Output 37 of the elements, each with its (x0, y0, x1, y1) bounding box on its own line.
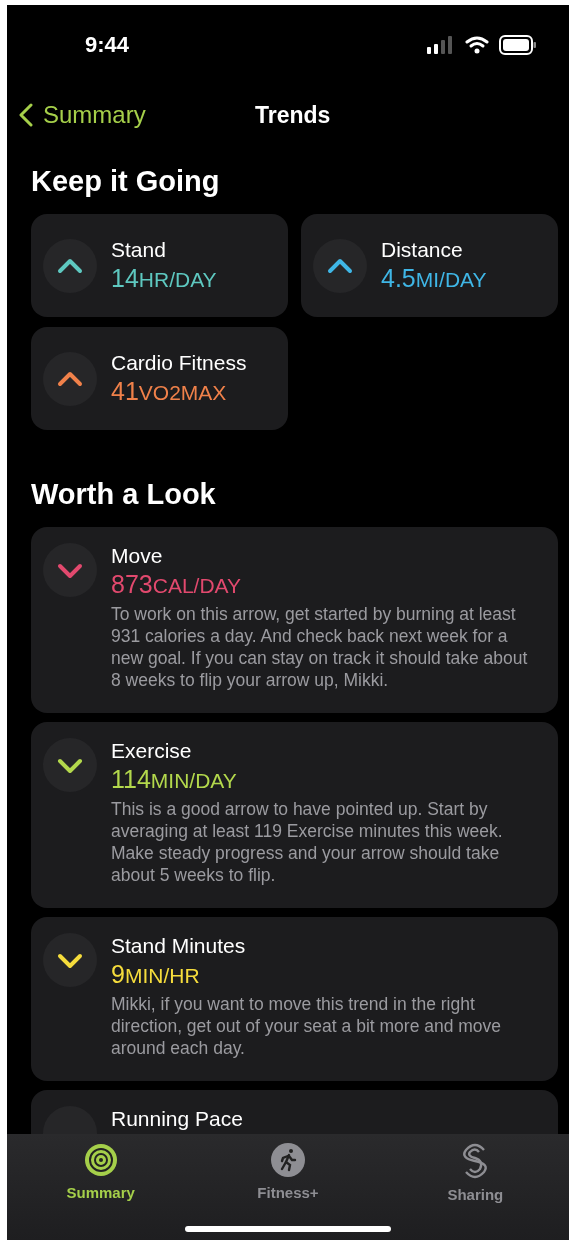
trend-value: 873CAL/DAY (111, 569, 243, 600)
section-heading: Worth a Look (31, 478, 217, 511)
trend-description: This is a good arrow to have pointed up. Start by averaging at least 119 Exercise minutes this week. Make steady progress and your arrow should take about 5 weeks to flip. (111, 798, 504, 886)
trend-name: Exercise (111, 738, 193, 764)
trend-card[interactable]: Stand Minutes 9MIN/HR Mikki, if you want to move this trend in the right direction, get out of your seat a bit more and move around each day. (31, 917, 558, 1081)
trend-value: 4.5MI/DAY (381, 262, 487, 294)
trend-value: 114MIN/DAY (111, 764, 238, 795)
trend-card[interactable]: Running Pace (31, 1090, 558, 1134)
rings-icon (82, 1142, 119, 1178)
fitness-tab[interactable]: Fitness+ (223, 1142, 353, 1203)
battery-icon (499, 35, 537, 55)
signal-icon (427, 36, 455, 54)
trend-value: 9MIN/HR (111, 959, 201, 990)
trend-card[interactable]: Cardio Fitness 41VO2MAX (31, 327, 288, 430)
trend-description: Mikki, if you want to move this trend in the right direction, get out of your seat a bit more and move around each day. (111, 993, 503, 1059)
section-heading: Keep it Going (31, 165, 221, 198)
wifi-icon (465, 36, 489, 54)
trend-name: Cardio Fitness (111, 349, 247, 376)
trend-name: Stand Minutes (111, 933, 247, 959)
trend-value: 14HR/DAY (111, 262, 217, 294)
trend-name: Distance (381, 236, 464, 263)
trend-name: Running Pace (111, 1106, 243, 1132)
back-chevron-icon (19, 103, 33, 127)
trend-card[interactable]: Distance 4.5MI/DAY (301, 214, 558, 317)
summary-tab[interactable]: Summary (35, 1142, 166, 1203)
trend-value: 41VO2MAX (111, 375, 228, 407)
trend-name: Stand (111, 236, 167, 263)
status-time: 9:44 (85, 32, 130, 58)
trend-card[interactable]: Stand 14HR/DAY (31, 214, 288, 317)
screen-title: Trends (255, 101, 331, 129)
back-button[interactable]: Summary (19, 101, 146, 129)
runner-icon (270, 1142, 306, 1178)
trend-card[interactable] (31, 527, 558, 713)
trend-name: Move (111, 543, 164, 569)
sharing-tab[interactable]: Sharing (410, 1142, 541, 1203)
trend-card[interactable]: Exercise 114MIN/DAY This is a good arrow to have pointed up. Start by averaging at least 119 Exercise minutes this week. Make steady progress and your arrow should take about 5 weeks to flip. (31, 722, 558, 908)
trend-description: To work on this arrow, get started by burning at least 931 calories a day. And check back next week for a new goal. If you can stay on track it should take about 8 weeks to flip your arrow up, Mikki. (111, 603, 529, 691)
